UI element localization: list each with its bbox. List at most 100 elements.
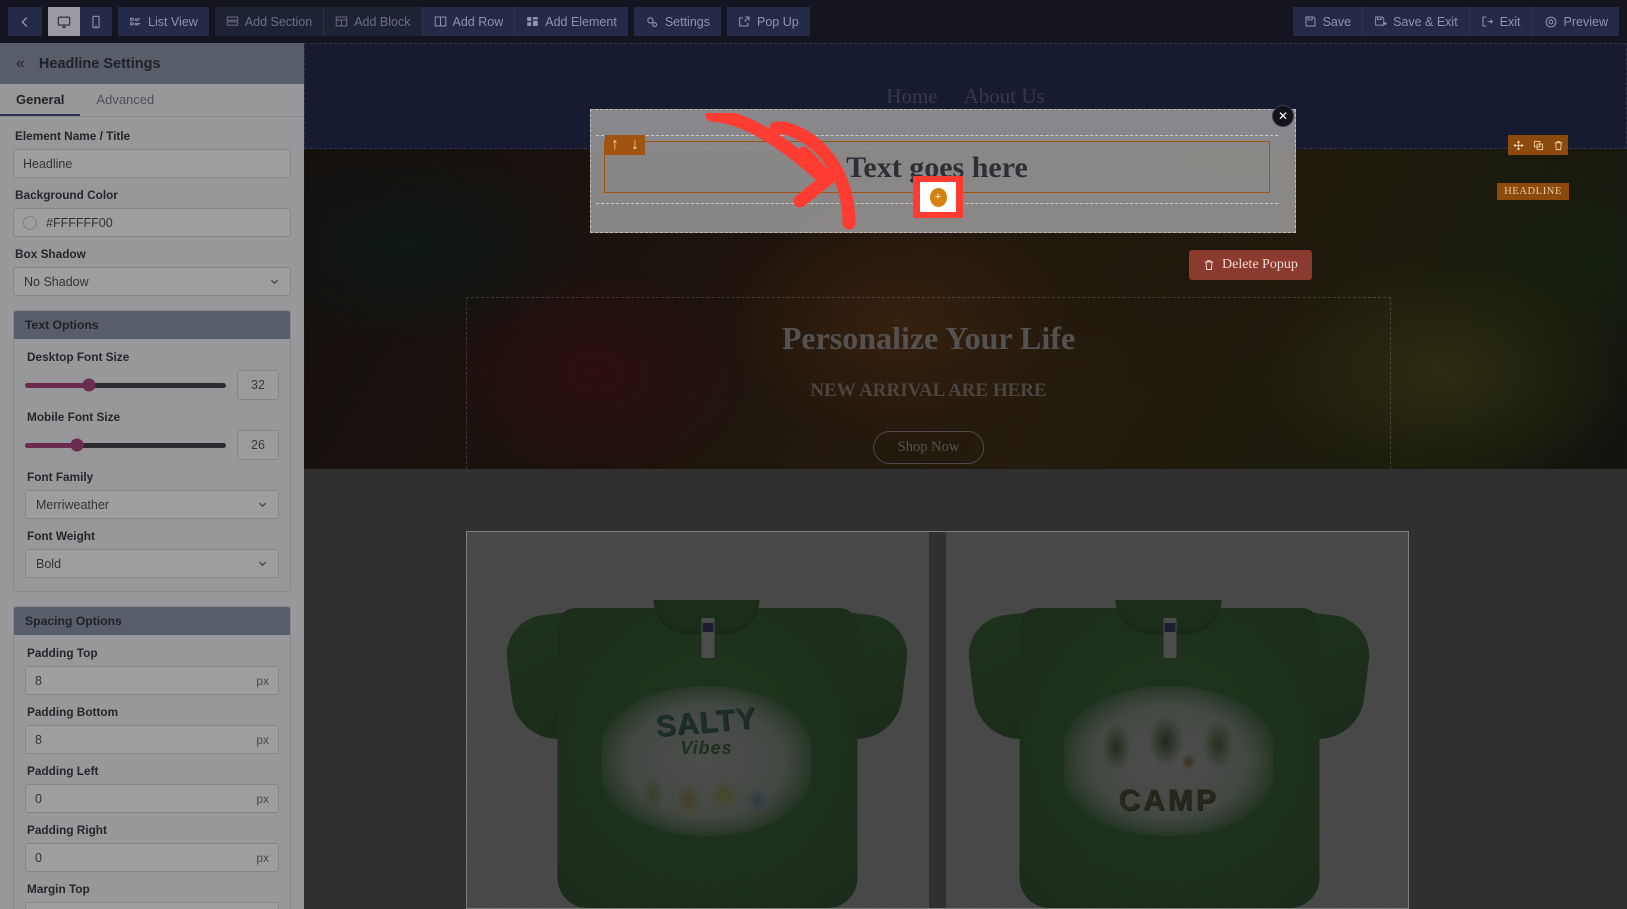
exit-icon bbox=[1481, 15, 1494, 28]
padding-top-value: 8 bbox=[35, 673, 42, 688]
tab-general[interactable]: General bbox=[0, 84, 81, 116]
device-toggle-group bbox=[48, 7, 112, 36]
add-element-marker-icon[interactable]: + bbox=[929, 187, 947, 207]
gear-icon bbox=[645, 15, 659, 29]
font-weight-select[interactable]: Bold bbox=[25, 549, 279, 578]
desktop-font-size-label: Desktop Font Size bbox=[27, 350, 130, 364]
box-shadow-select[interactable]: No Shadow bbox=[13, 267, 291, 296]
unit-label: px bbox=[256, 791, 269, 806]
list-icon bbox=[129, 15, 142, 28]
settings-sidebar: « Headline Settings General Advanced Ele… bbox=[0, 43, 304, 909]
preview-button[interactable]: Preview bbox=[1532, 7, 1619, 36]
spacing-options-body: Padding Top 8 px Padding Bottom 8 px Pad… bbox=[14, 635, 290, 909]
save-button[interactable]: Save bbox=[1292, 7, 1363, 36]
collapse-sidebar-icon[interactable]: « bbox=[16, 55, 25, 72]
padding-right-input[interactable]: 0 px bbox=[25, 843, 279, 872]
device-desktop-button[interactable] bbox=[48, 7, 80, 36]
settings-button[interactable]: Settings bbox=[633, 7, 721, 36]
move-up-icon[interactable]: ↑ bbox=[605, 135, 625, 155]
add-section-label: Add Section bbox=[244, 14, 313, 29]
list-view-label: List View bbox=[148, 14, 198, 29]
padding-left-value: 0 bbox=[35, 791, 42, 806]
list-view-button[interactable]: List View bbox=[118, 7, 209, 36]
move-icon[interactable] bbox=[1508, 135, 1528, 155]
slider-knob[interactable] bbox=[82, 378, 96, 392]
add-block-button[interactable]: Add Block bbox=[324, 7, 422, 36]
toolbar-left-group: List View Add Section Add Block Add Row … bbox=[8, 7, 816, 36]
add-element-label: Add Element bbox=[545, 14, 617, 29]
save-label: Save bbox=[1322, 14, 1352, 29]
color-swatch[interactable] bbox=[23, 215, 37, 230]
close-icon[interactable]: ✕ bbox=[1272, 105, 1294, 127]
save-and-exit-button[interactable]: Save & Exit bbox=[1363, 7, 1469, 36]
exit-button[interactable]: Exit bbox=[1469, 7, 1532, 36]
slider-fill bbox=[25, 382, 90, 388]
trash-icon[interactable] bbox=[1548, 135, 1568, 155]
background-color-label: Background Color bbox=[15, 188, 118, 202]
trash-icon bbox=[1203, 259, 1215, 271]
slider-knob[interactable] bbox=[70, 438, 84, 452]
element-name-input[interactable]: Headline bbox=[13, 149, 291, 178]
section-icon bbox=[226, 15, 239, 28]
page-canvas: Home About Us Personalize Your Life NEW … bbox=[304, 43, 1627, 909]
tab-advanced[interactable]: Advanced bbox=[80, 84, 170, 116]
block-icon bbox=[335, 15, 348, 28]
box-shadow-value: No Shadow bbox=[24, 274, 89, 289]
annotation-inner: + bbox=[920, 182, 956, 212]
popup-label: Pop Up bbox=[756, 14, 799, 29]
padding-top-input[interactable]: 8 px bbox=[25, 666, 279, 695]
add-element-button[interactable]: Add Element bbox=[515, 7, 628, 36]
padding-top-label: Padding Top bbox=[27, 646, 98, 660]
device-mobile-button[interactable] bbox=[80, 7, 112, 36]
element-action-tools bbox=[1508, 135, 1568, 155]
unit-label: px bbox=[256, 732, 269, 747]
padding-right-label: Padding Right bbox=[27, 823, 107, 837]
chevron-down-icon bbox=[269, 276, 280, 287]
delete-popup-button[interactable]: Delete Popup bbox=[1189, 250, 1312, 280]
toolbar-list-view-group: List View bbox=[118, 7, 209, 36]
padding-left-label: Padding Left bbox=[27, 764, 99, 778]
add-section-button[interactable]: Add Section bbox=[214, 7, 324, 36]
element-move-tools: ↑ ↓ bbox=[605, 135, 645, 155]
margin-top-input[interactable]: 0 px bbox=[25, 902, 279, 909]
add-row-button[interactable]: Add Row bbox=[422, 7, 515, 36]
annotation-highlight-box: + bbox=[913, 176, 963, 218]
box-shadow-label: Box Shadow bbox=[15, 247, 86, 261]
font-family-label: Font Family bbox=[27, 470, 94, 484]
page-title: Headline Settings bbox=[38, 55, 161, 72]
element-type-badge: HEADLINE bbox=[1497, 183, 1569, 200]
mobile-font-size-row: 26 bbox=[25, 430, 279, 460]
row-icon bbox=[434, 15, 447, 28]
spacing-options-header[interactable]: Spacing Options bbox=[14, 607, 290, 635]
save-exit-icon bbox=[1374, 15, 1387, 28]
mobile-font-size-label: Mobile Font Size bbox=[27, 410, 121, 424]
font-family-value: Merriweather bbox=[36, 497, 109, 512]
toolbar-settings-group: Settings bbox=[633, 7, 721, 36]
back-button[interactable] bbox=[8, 7, 42, 36]
settings-label: Settings bbox=[664, 14, 710, 29]
toolbar-popup-group: Pop Up bbox=[726, 7, 810, 36]
padding-left-input[interactable]: 0 px bbox=[25, 784, 279, 813]
popup-button[interactable]: Pop Up bbox=[726, 7, 810, 36]
popup-icon bbox=[738, 15, 751, 28]
mobile-font-size-slider[interactable] bbox=[25, 438, 226, 452]
desktop-font-size-slider[interactable] bbox=[25, 378, 226, 392]
font-family-select[interactable]: Merriweather bbox=[25, 490, 279, 519]
move-down-icon[interactable]: ↓ bbox=[625, 135, 645, 155]
duplicate-icon[interactable] bbox=[1528, 135, 1548, 155]
chevron-down-icon bbox=[257, 499, 268, 510]
background-color-value: #FFFFFF00 bbox=[46, 215, 113, 230]
padding-bottom-input[interactable]: 8 px bbox=[25, 725, 279, 754]
background-color-input[interactable]: #FFFFFF00 bbox=[13, 208, 291, 237]
text-options-header[interactable]: Text Options bbox=[14, 311, 290, 339]
text-options-panel: Text Options Desktop Font Size 32 Mobile… bbox=[13, 310, 291, 592]
spacing-options-panel: Spacing Options Padding Top 8 px Padding… bbox=[13, 606, 291, 909]
add-row-label: Add Row bbox=[452, 14, 504, 29]
sidebar-tabs: General Advanced bbox=[0, 84, 304, 117]
sidebar-scroll-body[interactable]: Element Name / Title Headline Background… bbox=[0, 117, 304, 909]
top-toolbar: List View Add Section Add Block Add Row … bbox=[0, 0, 1627, 43]
desktop-font-size-value[interactable]: 32 bbox=[237, 370, 279, 400]
unit-label: px bbox=[256, 673, 269, 688]
mobile-font-size-value[interactable]: 26 bbox=[237, 430, 279, 460]
save-and-exit-label: Save & Exit bbox=[1393, 14, 1458, 29]
